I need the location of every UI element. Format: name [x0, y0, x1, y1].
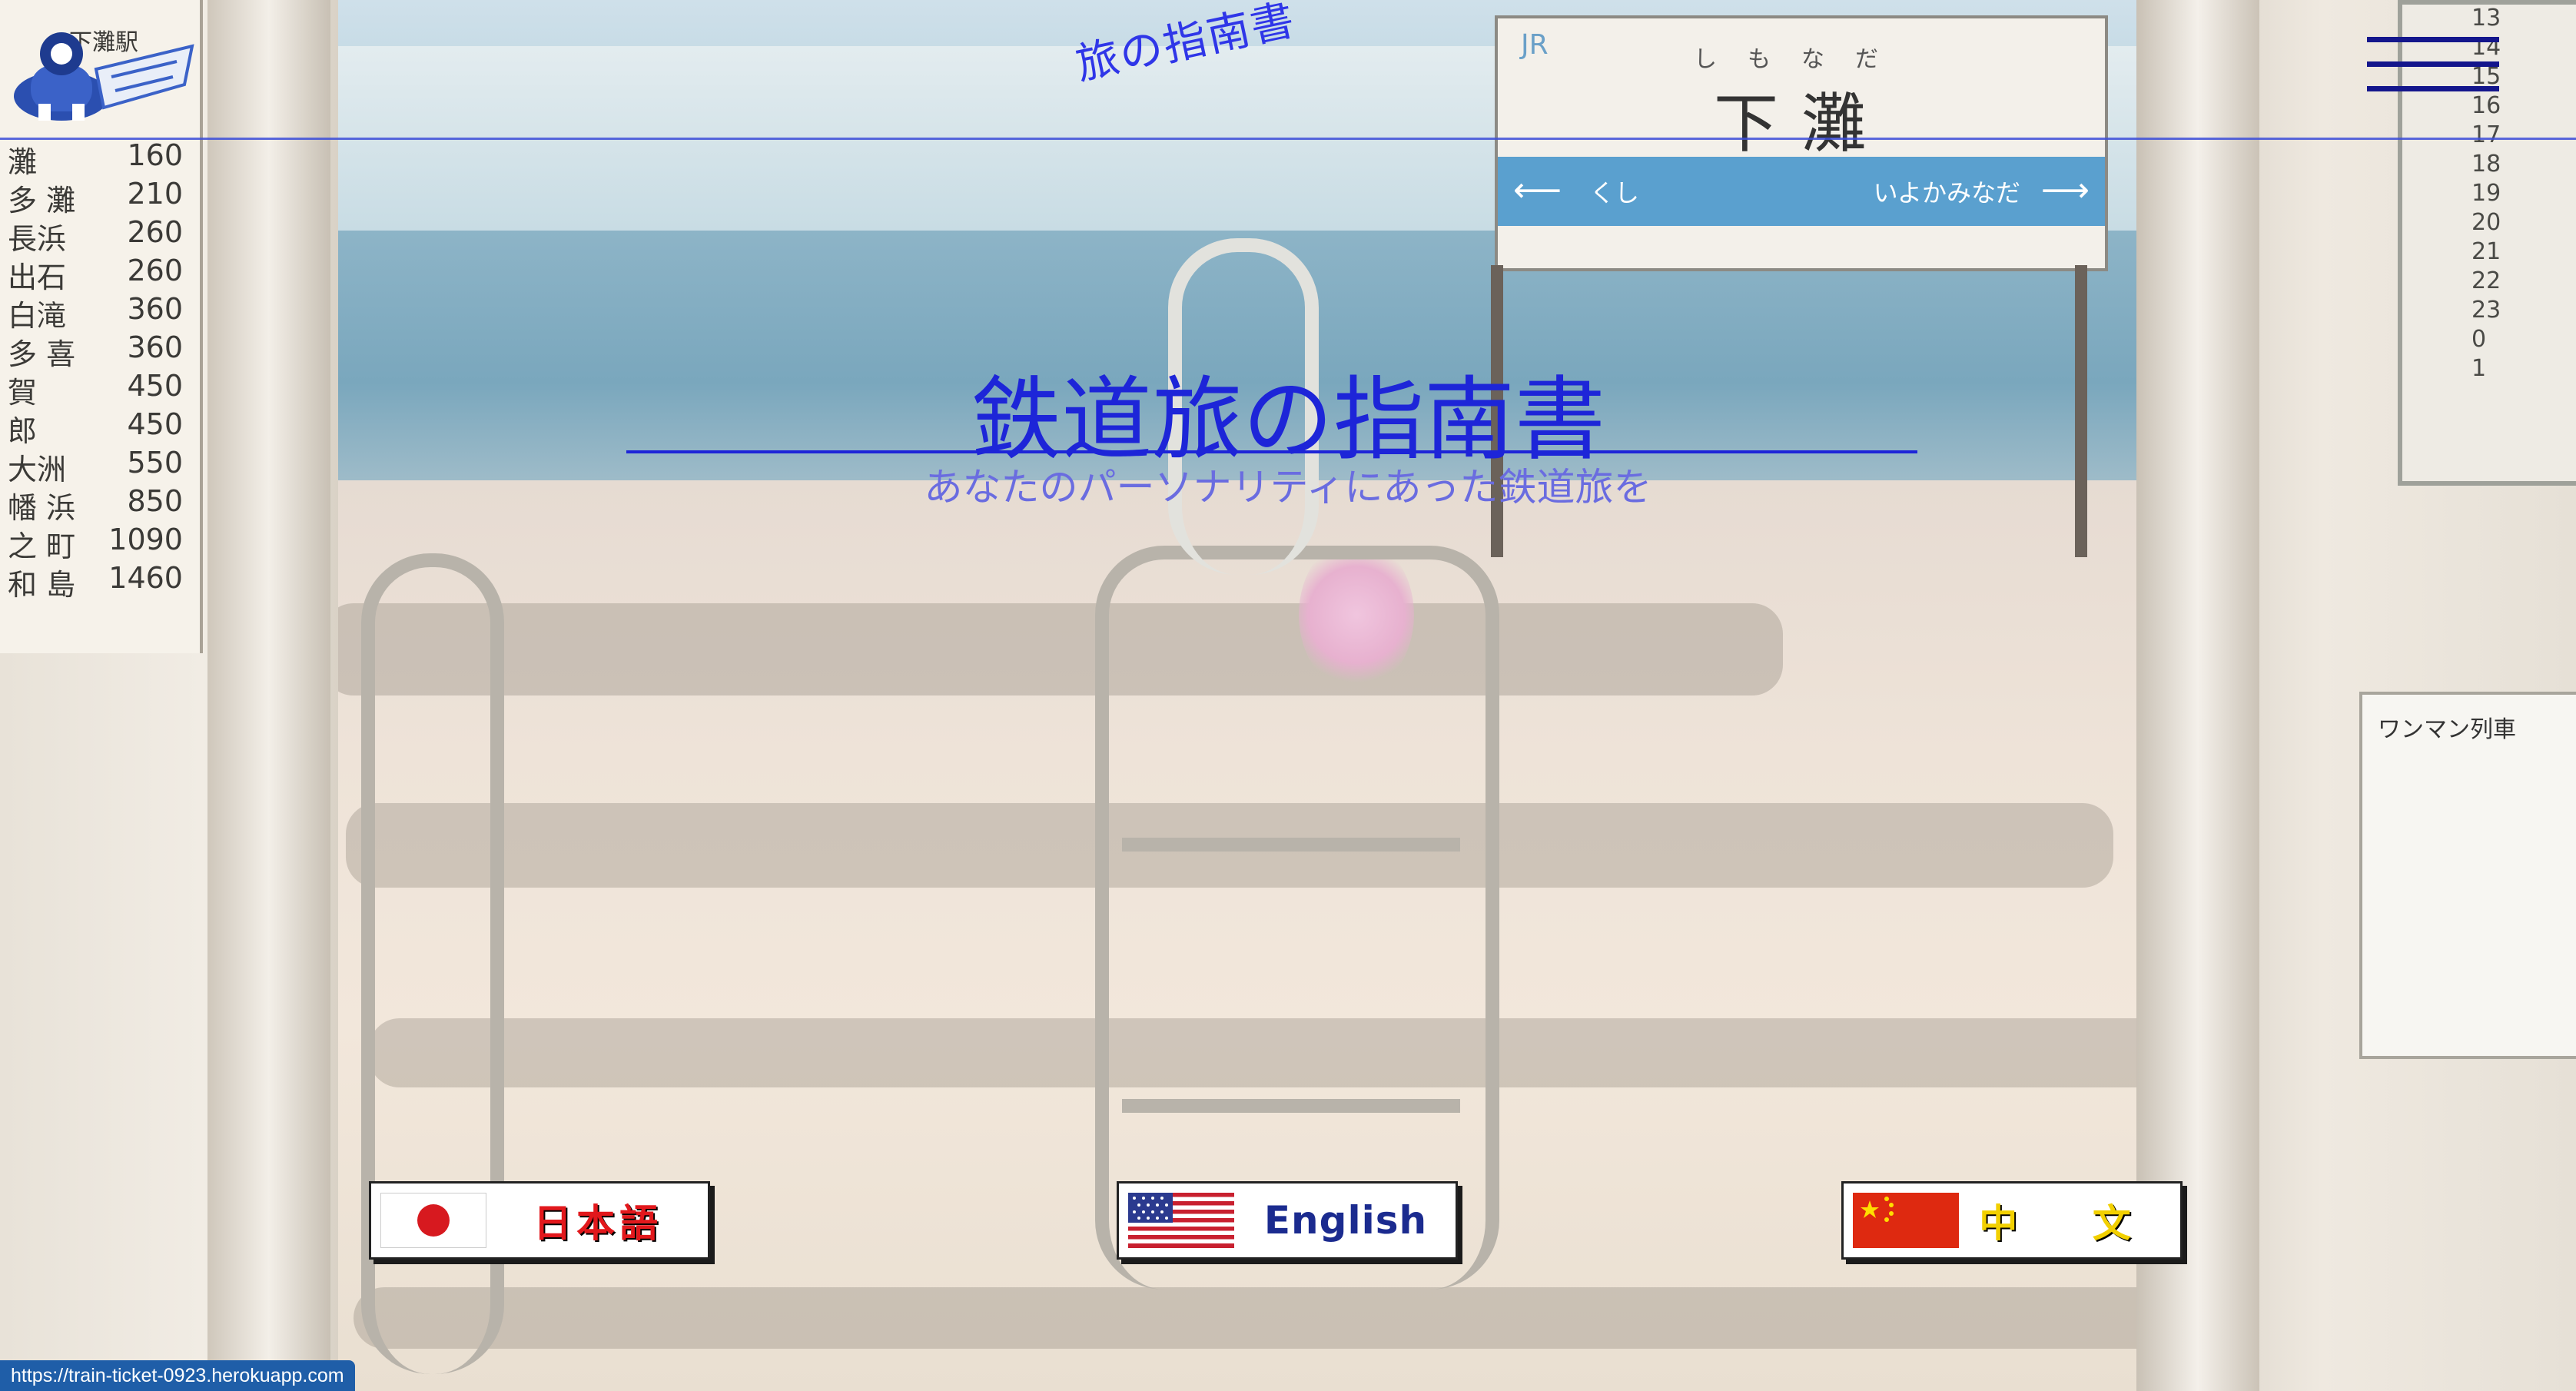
menu-line-icon — [2367, 61, 2499, 67]
language-button-chinese[interactable]: 中 文 — [1841, 1181, 2183, 1260]
sign-direction-strip: ⟵ くし いよかみなだ ⟶ — [1498, 157, 2105, 226]
fare-station-name: 出石 — [8, 261, 67, 294]
japan-flag-icon — [380, 1193, 486, 1248]
arrow-left-icon: ⟵ — [1513, 171, 1562, 210]
fare-value: 1460 — [108, 561, 183, 595]
fare-row: 之 町 1090 — [0, 523, 192, 563]
timetable-hour: 20 — [2471, 209, 2501, 236]
language-label: 日本語 — [533, 1201, 662, 1246]
timetable-hour: 23 — [2471, 297, 2501, 324]
shadow — [354, 1287, 2198, 1349]
fare-row: 和 島 1460 — [0, 561, 192, 602]
station-sign: JR しもなだ 下灘 ⟵ くし いよかみなだ ⟶ — [1495, 15, 2108, 271]
language-button-japanese[interactable]: 日本語 — [369, 1181, 710, 1260]
language-label: 中 文 — [1979, 1201, 2162, 1246]
fare-station-name: 之 町 — [8, 530, 76, 563]
timetable-hour: 17 — [2471, 121, 2501, 148]
train-logo-icon — [14, 32, 194, 121]
center-railing — [1095, 546, 1499, 1290]
site-logo[interactable] — [8, 23, 200, 127]
timetable-hour: 18 — [2471, 151, 2501, 178]
header-divider — [0, 138, 2576, 140]
left-door-frame — [207, 0, 330, 1391]
fare-station-name: 和 島 — [8, 568, 76, 602]
fare-value: 1090 — [108, 523, 183, 556]
timetable-hour: 16 — [2471, 92, 2501, 119]
railing-bar — [1122, 838, 1460, 852]
timetable-hour: 22 — [2471, 267, 2501, 294]
menu-line-icon — [2367, 86, 2499, 91]
hero-underline — [626, 450, 1917, 453]
fare-station-name: 多 灘 — [8, 184, 76, 217]
notice-board: ワンマン列車 — [2359, 692, 2576, 1059]
fare-row: 多 灘 210 — [0, 177, 192, 217]
shadow — [323, 603, 1783, 696]
fare-row: 白滝 360 — [0, 292, 192, 333]
fare-value: 360 — [127, 292, 183, 326]
hamburger-menu-button[interactable] — [2367, 34, 2499, 95]
fare-station-name: 灘 — [8, 145, 38, 179]
left-destination: くし — [1590, 178, 1640, 207]
fare-row: 出石 260 — [0, 254, 192, 294]
station-name: 下灘 — [1713, 86, 1889, 161]
language-button-english[interactable]: English — [1117, 1181, 1458, 1260]
fare-row: 長浜 260 — [0, 215, 192, 256]
arrow-right-icon: ⟶ — [2040, 171, 2090, 210]
right-destination: いよかみなだ — [1873, 178, 2020, 207]
fare-value: 160 — [127, 138, 183, 172]
usa-flag-icon — [1128, 1193, 1234, 1248]
fare-row: 灘 160 — [0, 138, 192, 179]
station-reading: しもなだ — [1694, 46, 1909, 73]
page: JR しもなだ 下灘 ⟵ くし いよかみなだ ⟶ 下灘駅 灘 160 多 灘 210 長… — [0, 0, 2576, 1391]
fare-value: 210 — [127, 177, 183, 211]
fare-value: 260 — [127, 254, 183, 287]
fare-station-name: 白滝 — [8, 299, 67, 333]
china-flag-icon — [1853, 1193, 1959, 1248]
timetable-hour: 19 — [2471, 180, 2501, 207]
status-bar-url: https://train-ticket-0923.herokuapp.com — [0, 1360, 355, 1391]
menu-line-icon — [2367, 37, 2499, 42]
hero-subtitle: あなたのパーソナリティにあった鉄道旅を — [924, 465, 1652, 510]
fare-station-name: 長浜 — [8, 222, 67, 256]
notice-title: ワンマン列車 — [2378, 716, 2516, 743]
timetable-hour: 13 — [2471, 5, 2501, 32]
language-label: English — [1263, 1198, 1428, 1243]
railing-bar — [1122, 1099, 1460, 1113]
timetable-hour: 21 — [2471, 238, 2501, 265]
fare-value: 260 — [127, 215, 183, 249]
